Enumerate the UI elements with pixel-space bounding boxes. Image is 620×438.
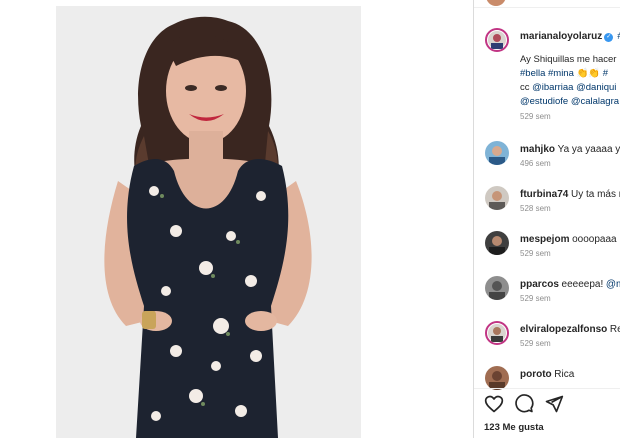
caption-mention[interactable]: @estudiofe (520, 96, 568, 107)
caption-mention[interactable]: @daniqui (576, 82, 616, 93)
comment-username[interactable]: mahjko (520, 144, 555, 155)
comment-time[interactable]: 528 sem (520, 204, 551, 213)
comment-text: Reg (609, 324, 620, 335)
comments-panel: marianaloyolaruz✓# Ay Shiquillas me hace… (474, 0, 620, 438)
share-icon[interactable] (544, 394, 564, 414)
post-image (56, 6, 361, 438)
commenter-avatar[interactable] (485, 366, 509, 390)
header-avatar[interactable] (486, 0, 506, 6)
actions-divider (474, 388, 620, 389)
caption-mention[interactable]: @ibarriaa (532, 82, 573, 93)
comment-icon[interactable] (514, 394, 534, 414)
comment-username[interactable]: fturbina74 (520, 189, 568, 200)
comment-text: Rica (554, 369, 575, 380)
comment-username[interactable]: mespejom (520, 234, 569, 245)
commenter-avatar[interactable] (485, 231, 509, 255)
commenter-avatar[interactable] (485, 321, 509, 345)
verified-badge-icon: ✓ (604, 33, 614, 42)
comment-username[interactable]: pparcos (520, 279, 559, 290)
comment-text: oooopaaa l (572, 234, 620, 245)
caption-line-2[interactable]: #bella #mina 👏👏 # (520, 68, 608, 79)
commenter-avatar[interactable] (485, 141, 509, 165)
author-username[interactable]: marianaloyolaruz (520, 31, 602, 42)
comment-time[interactable]: 529 sem (520, 294, 551, 303)
commenter-avatar[interactable] (485, 186, 509, 210)
likes-count[interactable]: 123 Me gusta (484, 422, 544, 433)
comment-text: eeeeepa! (561, 279, 604, 290)
comment-time[interactable]: 529 sem (520, 339, 551, 348)
commenter-avatar[interactable] (485, 276, 509, 300)
caption-time[interactable]: 529 sem (520, 112, 551, 121)
comment-text: Uy ta más r (570, 189, 620, 200)
heart-icon[interactable] (484, 394, 504, 414)
author-avatar[interactable] (485, 28, 509, 52)
caption-line-1: Ay Shiquillas me hacer (520, 54, 617, 65)
comment-username[interactable]: elviralopezalfonso (520, 324, 607, 335)
post-photo[interactable] (56, 6, 361, 438)
caption-mention[interactable]: @calalagra (571, 96, 619, 107)
comment-time[interactable]: 529 sem (520, 249, 551, 258)
comment-text: Ya ya yaaaa ya (557, 144, 620, 155)
caption-cc: cc (520, 82, 530, 93)
caption-line-3: cc @ibarriaa @daniqui (520, 82, 616, 93)
action-bar (484, 394, 564, 414)
comment-time[interactable]: 496 sem (520, 159, 551, 168)
comment-username[interactable]: poroto (520, 369, 552, 380)
header-bar (474, 0, 620, 8)
comment-mention[interactable]: @m (606, 279, 620, 290)
caption-line-4: @estudiofe @calalagra (520, 96, 619, 107)
